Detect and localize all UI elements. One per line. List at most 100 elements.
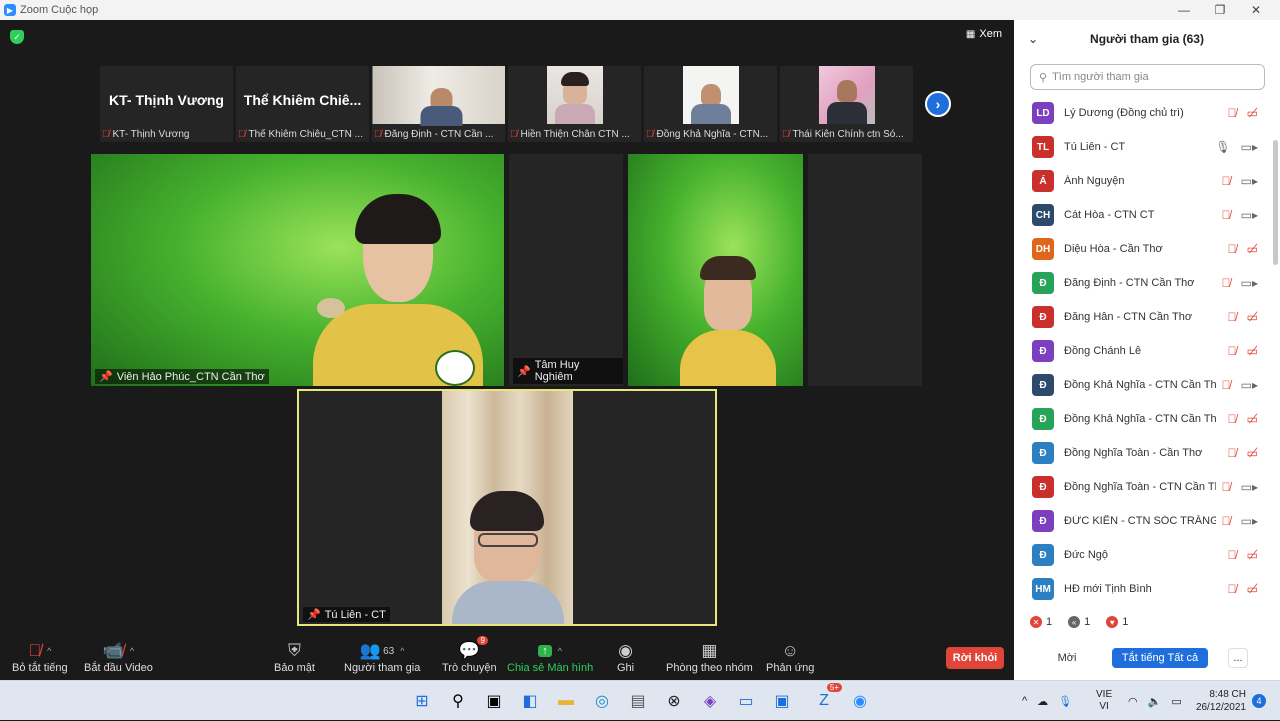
chevron-up-icon[interactable]: ^ — [1022, 695, 1027, 707]
video-camera-icon[interactable]: ▭▸ — [1241, 208, 1258, 222]
mic-muted-icon[interactable]: 🎙̸ — [1222, 276, 1231, 290]
participant-row[interactable]: DH Diệu Hòa - Cần Thơ 🎙̸ ▭̸ — [1014, 232, 1272, 266]
video-off-icon[interactable]: ▭̸ — [1247, 310, 1258, 324]
mic-muted-icon[interactable]: 🎙̸ — [1228, 412, 1237, 426]
next-page-button[interactable]: › — [925, 91, 951, 117]
video-off-icon[interactable]: ▭̸ — [1247, 106, 1258, 120]
reactions-button[interactable]: ☺ Phản ứng — [766, 640, 814, 674]
notification-center[interactable]: 4 — [1252, 681, 1266, 721]
chevron-up-icon[interactable]: ^ — [47, 646, 51, 656]
mic-muted-icon[interactable]: 🎙̸ — [1222, 480, 1231, 494]
xbox-icon[interactable]: ⊗ — [662, 689, 686, 713]
participant-row[interactable]: Đ Đăng Định - CTN Cần Thơ 🎙̸ ▭▸ — [1014, 266, 1272, 300]
thumbnail-tile[interactable]: 🎙̸ Đồng Khả Nghĩa - CTN... — [644, 66, 777, 142]
video-tile[interactable] — [628, 154, 803, 386]
share-screen-button[interactable]: ↑ ^ Chia sẻ Màn hình — [507, 640, 593, 674]
participant-row[interactable]: HM HĐ mới Tịnh Bình 🎙̸ ▭̸ — [1014, 572, 1272, 606]
cloud-icon[interactable]: ☁ — [1037, 695, 1048, 708]
store-icon[interactable]: ▤ — [626, 689, 650, 713]
thumbnail-tile[interactable]: 🎙̸ Hiền Thiện Chân CTN ... — [508, 66, 641, 142]
mic-icon[interactable]: 🎙 — [1215, 140, 1230, 154]
close-button[interactable]: ✕ — [1238, 0, 1274, 20]
participant-row[interactable]: Đ Đồng Nghĩa Toàn - Cần Thơ 🎙̸ ▭̸ — [1014, 436, 1272, 470]
clock[interactable]: 8:48 CH 26/12/2021 — [1196, 681, 1246, 721]
invite-button[interactable]: Mời — [1050, 648, 1084, 668]
app-window-icon[interactable]: ▣ — [770, 689, 794, 713]
mic-muted-icon[interactable]: 🎙̸ — [1222, 514, 1231, 528]
zalo-icon[interactable]: Z 5+ — [812, 683, 842, 713]
mic-muted-icon[interactable]: 🎙̸ — [1228, 344, 1237, 358]
video-tile[interactable]: 📌 Tâm Huy Nghiêm — [509, 154, 623, 386]
video-off-icon[interactable]: ▭̸ — [1247, 242, 1258, 256]
video-camera-icon[interactable]: ▭▸ — [1241, 276, 1258, 290]
app-window-icon[interactable]: ▭ — [734, 689, 758, 713]
chevron-up-icon[interactable]: ^ — [400, 646, 404, 656]
participant-row[interactable]: LD Lý Dương (Đồng chủ trì) 🎙̸ ▭̸ — [1014, 96, 1272, 130]
mic-muted-icon[interactable]: 🎙̸ — [1228, 582, 1237, 596]
participant-row[interactable]: Đ Đồng Chánh Lễ 🎙̸ ▭̸ — [1014, 334, 1272, 368]
thumbnail-tile[interactable]: KT- Thịnh Vương 🎙̸ KT- Thịnh Vương — [100, 66, 233, 142]
mic-muted-icon[interactable]: 🎙̸ — [1228, 548, 1237, 562]
record-button[interactable]: ◉ Ghi — [617, 640, 634, 674]
participant-row[interactable]: Đ Đồng Nghĩa Toàn - CTN Cần Thơ 🎙̸ ▭▸ — [1014, 470, 1272, 504]
participant-row[interactable]: Đ Đồng Khả Nghĩa - CTN Cần Thơ 🎙̸ ▭▸ — [1014, 368, 1272, 402]
widgets-icon[interactable]: ◧ — [518, 689, 542, 713]
thumbnail-tile[interactable]: Thể Khiêm Chiê... 🎙̸ Thể Khiêm Chiêu_CTN … — [236, 66, 369, 142]
encryption-shield-icon[interactable]: ✓ — [10, 30, 24, 44]
leave-button[interactable]: Rời khỏi — [946, 647, 1004, 669]
participant-row[interactable]: CH Cát Hòa - CTN CT 🎙̸ ▭▸ — [1014, 198, 1272, 232]
minimize-button[interactable]: — — [1166, 0, 1202, 20]
view-button[interactable]: ▦ Xem — [966, 28, 1002, 40]
thumbnail-tile[interactable]: 🎙̸ Thái Kiên Chính ctn Só... — [780, 66, 913, 142]
chevron-down-icon[interactable]: ⌄ — [1028, 32, 1038, 46]
security-button[interactable]: ⛨ Bảo mật — [274, 640, 315, 674]
participants-button[interactable]: 👥 63 ^ Người tham gia — [344, 640, 420, 674]
status-icons[interactable]: ◠ 🔈 ▭ — [1128, 681, 1182, 721]
edge-browser-icon[interactable]: ◎ — [590, 689, 614, 713]
thumbnail-tile[interactable]: 🎙̸ Đăng Định - CTN Cần ... — [372, 66, 505, 142]
file-explorer-icon[interactable]: ▬ — [554, 689, 578, 713]
zoom-taskbar-icon[interactable]: ◉ — [848, 689, 872, 713]
video-camera-icon[interactable]: ▭▸ — [1241, 174, 1258, 188]
language-indicator[interactable]: VIE VI — [1096, 681, 1112, 721]
chevron-up-icon[interactable]: ^ — [130, 646, 134, 656]
video-camera-icon[interactable]: ▭▸ — [1241, 140, 1258, 154]
video-off-icon[interactable]: ▭̸ — [1247, 548, 1258, 562]
chevron-up-icon[interactable]: ^ — [558, 646, 562, 656]
mic-muted-icon[interactable]: 🎙̸ — [1222, 174, 1231, 188]
participant-search-input[interactable]: ⚲ Tìm người tham gia — [1030, 64, 1265, 90]
chat-button[interactable]: 💬 9 Trò chuyện — [442, 636, 497, 674]
video-camera-icon[interactable]: ▭▸ — [1241, 514, 1258, 528]
video-tile-empty[interactable] — [808, 154, 922, 386]
video-off-icon[interactable]: ▭̸ — [1247, 412, 1258, 426]
video-off-icon[interactable]: ▭̸ — [1247, 344, 1258, 358]
mic-muted-icon[interactable]: 🎙̸ — [1228, 310, 1237, 324]
participant-row[interactable]: Đ Đức Ngộ 🎙̸ ▭̸ — [1014, 538, 1272, 572]
video-camera-icon[interactable]: ▭▸ — [1241, 378, 1258, 392]
video-camera-icon[interactable]: ▭▸ — [1241, 480, 1258, 494]
participant-row[interactable]: TL Tú Liên - CT 🎙 ▭▸ — [1014, 130, 1272, 164]
more-options-button[interactable]: ... — [1228, 648, 1248, 668]
mic-muted-icon[interactable]: 🎙̸ — [1222, 378, 1231, 392]
app-icon[interactable]: ◈ — [698, 689, 722, 713]
unmute-button[interactable]: 🎙̸ ^ Bỏ tắt tiếng — [12, 640, 68, 674]
start-video-button[interactable]: 📹̸ ^ Bắt đầu Video — [84, 640, 153, 674]
active-speaker-tile[interactable]: 📌 Tú Liên - CT — [297, 389, 717, 626]
mic-muted-icon[interactable]: 🎙̸ — [1222, 208, 1231, 222]
breakout-rooms-button[interactable]: ▦ Phòng theo nhóm — [666, 640, 753, 674]
video-off-icon[interactable]: ▭̸ — [1247, 446, 1258, 460]
microphone-icon[interactable]: 🎙 — [1058, 695, 1072, 708]
scrollbar[interactable] — [1273, 140, 1278, 265]
video-off-icon[interactable]: ▭̸ — [1247, 582, 1258, 596]
mute-all-button[interactable]: Tắt tiếng Tất cả — [1112, 648, 1208, 668]
participant-row[interactable]: Đ Đồng Khả Nghĩa - CTN Cần Thơ (... 🎙̸ ▭̸ — [1014, 402, 1272, 436]
mic-muted-icon[interactable]: 🎙̸ — [1228, 446, 1237, 460]
task-view-icon[interactable]: ▣ — [482, 689, 506, 713]
participant-row[interactable]: Đ Đăng Hân - CTN Cần Thơ 🎙̸ ▭̸ — [1014, 300, 1272, 334]
participant-row[interactable]: Á Ánh Nguyện 🎙̸ ▭▸ — [1014, 164, 1272, 198]
start-menu-icon[interactable]: ⊞ — [410, 689, 434, 713]
mic-muted-icon[interactable]: 🎙̸ — [1228, 106, 1237, 120]
search-icon[interactable]: ⚲ — [446, 689, 470, 713]
participant-row[interactable]: Đ ĐỨC KIẾN - CTN SÓC TRĂNG 🎙̸ ▭▸ — [1014, 504, 1272, 538]
video-tile[interactable]: 📌 Viên Hảo Phúc_CTN Cần Thơ — [91, 154, 504, 386]
